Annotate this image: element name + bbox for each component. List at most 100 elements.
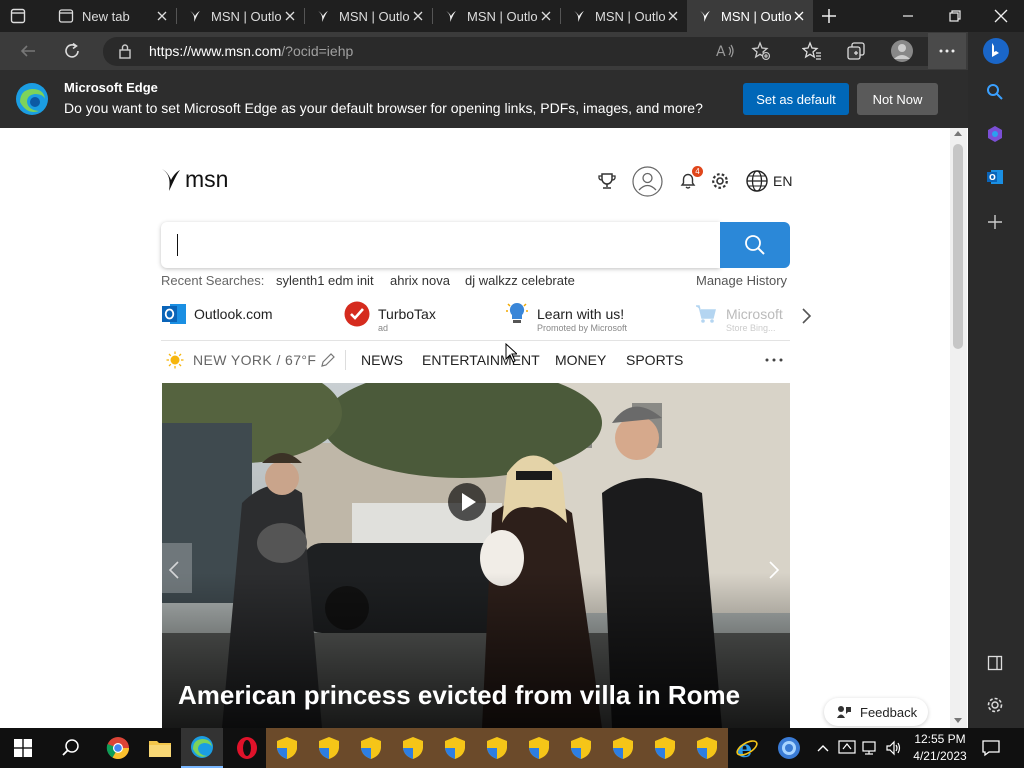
tab-label: MSN | Outlo: [595, 8, 665, 24]
close-tab-icon[interactable]: [538, 8, 554, 24]
tab-msn-4[interactable]: MSN | Outlo: [561, 0, 687, 32]
shield-app-icon[interactable]: [644, 728, 686, 768]
restore-icon[interactable]: [947, 8, 963, 24]
language-globe-icon[interactable]: [746, 170, 768, 192]
msn-search-input[interactable]: [161, 222, 720, 268]
feedback-button[interactable]: Feedback: [824, 698, 928, 726]
quicklink-turbotax[interactable]: TurboTax: [378, 306, 436, 322]
shield-app-icon[interactable]: [350, 728, 392, 768]
mouse-cursor-icon: [505, 343, 517, 363]
read-aloud-icon[interactable]: A: [716, 42, 736, 60]
sidebar-settings-icon[interactable]: [986, 696, 1004, 714]
weather-location[interactable]: NEW YORK / 67°F: [193, 352, 316, 368]
quicklink-microsoft[interactable]: Microsoft: [726, 306, 788, 322]
hero-headline[interactable]: American princess evicted from villa in …: [178, 680, 740, 711]
close-tab-icon[interactable]: [410, 8, 426, 24]
outlook-icon[interactable]: O: [986, 168, 1004, 186]
edge-taskbar-icon[interactable]: [181, 728, 223, 768]
add-favorite-icon[interactable]: [751, 41, 771, 61]
nav-news[interactable]: NEWS: [361, 352, 403, 368]
app-globe-icon[interactable]: [768, 728, 810, 768]
windows-start-icon[interactable]: [2, 728, 44, 768]
feedback-label: Feedback: [860, 704, 918, 720]
taskbar-clock[interactable]: 12:55 PM 4/21/2023: [906, 731, 974, 765]
tab-label: MSN | Outlo: [467, 8, 538, 24]
hero-video-card[interactable]: [162, 383, 790, 728]
back-icon[interactable]: [19, 42, 37, 60]
language-label[interactable]: EN: [773, 173, 792, 189]
tab-actions-icon[interactable]: [10, 8, 26, 24]
shield-app-icon[interactable]: [392, 728, 434, 768]
nav-entertainment[interactable]: ENTERTAINMENT: [422, 352, 540, 368]
collections-icon[interactable]: [846, 41, 866, 61]
taskbar-search-icon[interactable]: [50, 728, 92, 768]
infobar-title: Microsoft Edge: [64, 80, 158, 95]
profile-avatar[interactable]: [890, 39, 914, 63]
tab-msn-1[interactable]: MSN | Outlo: [177, 0, 304, 32]
shield-app-icon[interactable]: [308, 728, 350, 768]
shield-app-icon[interactable]: [476, 728, 518, 768]
show-hidden-icons-icon[interactable]: [816, 741, 830, 755]
hero-next-icon[interactable]: [767, 560, 781, 580]
quicklinks-next-icon[interactable]: [800, 307, 812, 325]
chrome-icon[interactable]: [97, 728, 139, 768]
internet-explorer-icon[interactable]: e: [726, 728, 768, 768]
shield-app-icon[interactable]: [434, 728, 476, 768]
search-icon[interactable]: [986, 83, 1004, 101]
close-tab-icon[interactable]: [282, 8, 298, 24]
tab-new-tab[interactable]: New tab: [48, 0, 176, 32]
msn-search-button[interactable]: [720, 222, 790, 268]
tray-app-icon[interactable]: [838, 740, 856, 756]
shield-app-icon[interactable]: [518, 728, 560, 768]
page-scrollbar[interactable]: [950, 128, 967, 728]
tab-msn-active[interactable]: MSN | Outlo: [687, 0, 813, 32]
shield-app-icon[interactable]: [266, 728, 308, 768]
copilot-icon[interactable]: [986, 125, 1004, 143]
refresh-icon[interactable]: [63, 42, 81, 60]
close-window-icon[interactable]: [993, 8, 1009, 24]
msn-settings-gear-icon[interactable]: [711, 172, 729, 190]
minimize-icon[interactable]: [900, 8, 916, 24]
quicklink-outlook[interactable]: Outlook.com: [194, 306, 273, 322]
hero-prev-icon[interactable]: [167, 560, 181, 580]
rewards-trophy-icon[interactable]: [598, 172, 616, 190]
edit-location-icon[interactable]: [320, 352, 336, 368]
notifications-center-icon[interactable]: [982, 739, 1000, 757]
sidebar-panel-icon[interactable]: [987, 655, 1003, 671]
close-tab-icon[interactable]: [665, 8, 681, 24]
bing-chat-icon[interactable]: [982, 37, 1010, 65]
set-as-default-button[interactable]: Set as default: [743, 83, 849, 115]
notification-count-badge: 4: [692, 166, 703, 177]
msn-logo-icon[interactable]: [160, 167, 182, 193]
recent-search-item[interactable]: sylenth1 edm init: [276, 273, 374, 288]
nav-money[interactable]: MONEY: [555, 352, 606, 368]
manage-history-link[interactable]: Manage History: [696, 273, 787, 288]
lock-icon[interactable]: [118, 43, 132, 59]
favorites-icon[interactable]: [802, 41, 822, 61]
new-tab-plus-icon[interactable]: [821, 8, 837, 24]
not-now-button[interactable]: Not Now: [857, 83, 938, 115]
volume-icon[interactable]: [885, 740, 903, 756]
shield-app-icon[interactable]: [686, 728, 728, 768]
quicklink-learn[interactable]: Learn with us!: [537, 306, 624, 322]
svg-text:A: A: [716, 44, 726, 60]
nav-sports[interactable]: SPORTS: [626, 352, 683, 368]
file-explorer-icon[interactable]: [139, 728, 181, 768]
shield-app-icon[interactable]: [560, 728, 602, 768]
recent-search-item[interactable]: dj walkzz celebrate: [465, 273, 575, 288]
recent-search-item[interactable]: ahrix nova: [390, 273, 450, 288]
opera-icon[interactable]: [226, 728, 268, 768]
close-tab-icon[interactable]: [791, 8, 807, 24]
close-tab-icon[interactable]: [154, 8, 170, 24]
tab-msn-2[interactable]: MSN | Outlo: [305, 0, 432, 32]
tab-msn-3[interactable]: MSN | Outlo: [433, 0, 560, 32]
settings-more-button[interactable]: [928, 33, 966, 69]
network-icon[interactable]: [862, 740, 880, 756]
add-sidebar-app-icon[interactable]: [987, 214, 1003, 230]
shield-app-icon[interactable]: [602, 728, 644, 768]
url-text: https://www.msn.com/?ocid=iehp: [149, 43, 353, 59]
msn-logo-text[interactable]: msn: [185, 166, 228, 193]
sign-in-avatar-icon[interactable]: [632, 166, 663, 197]
promoted-label: Promoted by Microsoft: [537, 323, 628, 333]
more-nav-icon[interactable]: [764, 352, 784, 368]
